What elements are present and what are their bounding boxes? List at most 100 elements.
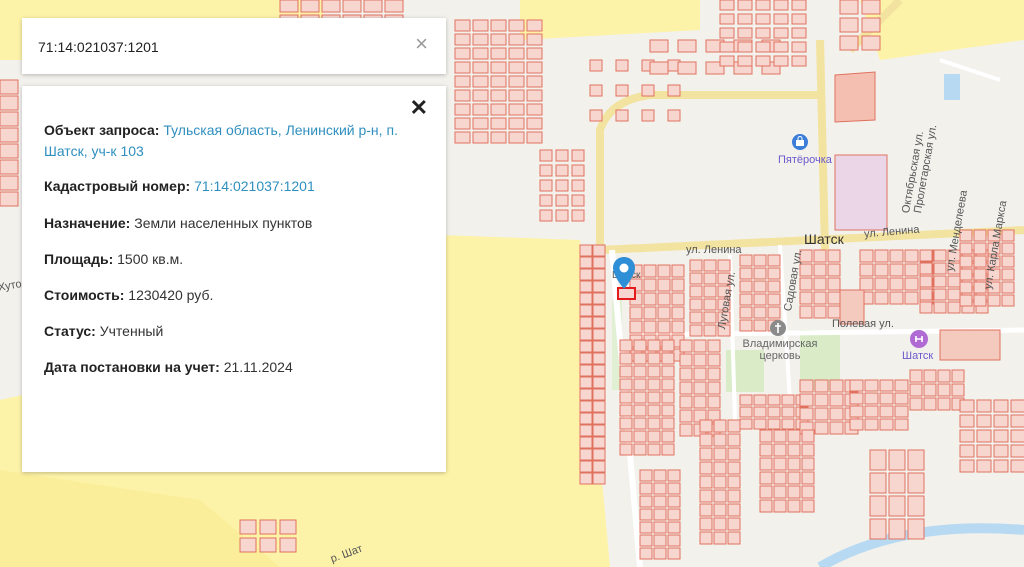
- parcel: [579, 340, 593, 353]
- parcel: [571, 149, 585, 162]
- parcel: [894, 392, 909, 405]
- parcel: [1001, 268, 1015, 281]
- parcel: [699, 475, 713, 489]
- parcel: [579, 328, 593, 341]
- parcel: [889, 263, 904, 277]
- parcel: [759, 457, 773, 471]
- parcel: [579, 292, 593, 305]
- parcel: [753, 394, 767, 406]
- parcel: [888, 518, 906, 540]
- parcel: [619, 391, 633, 404]
- parcel: [629, 320, 643, 334]
- parcel: [1001, 281, 1015, 294]
- parcel: [959, 459, 975, 473]
- parcel: [904, 277, 919, 291]
- parcel: [693, 367, 707, 381]
- parcel: [827, 291, 841, 305]
- parcel: [592, 256, 606, 269]
- parcel: [976, 414, 992, 428]
- parcel: [739, 319, 753, 332]
- parcel: [773, 0, 789, 11]
- parcel: [508, 75, 525, 88]
- parcel: [727, 517, 741, 531]
- parcel: [767, 394, 781, 406]
- parcel: [661, 430, 675, 443]
- parcel: [959, 444, 975, 458]
- parcel: [239, 537, 257, 553]
- parcel: [707, 367, 721, 381]
- parcel: [869, 449, 887, 471]
- parcel: [555, 164, 569, 177]
- parcel: [667, 521, 681, 534]
- parcel: [671, 292, 685, 306]
- parcel: [713, 517, 727, 531]
- parcel: [526, 131, 543, 144]
- parcel: [657, 306, 671, 320]
- parcel: [787, 499, 801, 513]
- shopping-bag-icon[interactable]: [792, 134, 808, 150]
- parcel: [472, 89, 489, 102]
- clear-search-button[interactable]: ×: [415, 32, 428, 56]
- parcel: [814, 407, 829, 421]
- water-area: [944, 74, 960, 100]
- parcel: [889, 277, 904, 291]
- parcel: [753, 267, 767, 280]
- parcel: [539, 194, 553, 207]
- map-pin-icon[interactable]: [612, 256, 636, 290]
- parcel: [993, 429, 1009, 443]
- parcel: [454, 131, 471, 144]
- parcel: [639, 495, 653, 508]
- parcel: [647, 443, 661, 456]
- parcel: [619, 352, 633, 365]
- parcel: [490, 103, 507, 116]
- parcel: [933, 288, 947, 301]
- parcel: [667, 482, 681, 495]
- parcel: [647, 365, 661, 378]
- parcel: [579, 316, 593, 329]
- parcel: [689, 311, 703, 324]
- station-icon[interactable]: [910, 330, 928, 348]
- status-value: Учтенный: [99, 323, 164, 339]
- parcel: [799, 305, 813, 319]
- parcel: [1010, 429, 1024, 443]
- parcel: [759, 471, 773, 485]
- parcel: [643, 306, 657, 320]
- parcel: [579, 244, 593, 257]
- parcel: [959, 414, 975, 428]
- parcel: [919, 249, 933, 262]
- church-icon[interactable]: [770, 320, 786, 336]
- parcel: [689, 298, 703, 311]
- parcel: [661, 417, 675, 430]
- parcel: [1010, 459, 1024, 473]
- settlement-label: Шатск: [804, 231, 844, 247]
- parcel: [787, 457, 801, 471]
- parcel: [888, 495, 906, 517]
- purpose-row: Назначение: Земли населенных пунктов: [44, 213, 429, 234]
- parcel: [619, 365, 633, 378]
- parcel: [647, 404, 661, 417]
- parcel: [759, 429, 773, 443]
- parcel: [713, 489, 727, 503]
- parcel: [993, 414, 1009, 428]
- parcel: [0, 127, 19, 143]
- parcel-info-card: ✕ Объект запроса: Тульская область, Лени…: [22, 86, 446, 472]
- parcel: [717, 259, 731, 272]
- close-icon[interactable]: ✕: [410, 96, 428, 120]
- parcel: [592, 412, 606, 425]
- parcel: [814, 393, 829, 407]
- parcel: [947, 288, 961, 301]
- search-input[interactable]: 71:14:021037:1201: [38, 39, 159, 55]
- cadastral-link[interactable]: 71:14:021037:1201: [194, 178, 315, 194]
- parcel: [781, 406, 795, 418]
- search-panel: 71:14:021037:1201 ×: [22, 18, 446, 74]
- parcel: [693, 353, 707, 367]
- parcel: [813, 263, 827, 277]
- parcel: [279, 537, 297, 553]
- parcel: [526, 19, 543, 32]
- parcel: [773, 471, 787, 485]
- parcel: [727, 461, 741, 475]
- parcel: [829, 393, 844, 407]
- parcel: [454, 47, 471, 60]
- parcel: [829, 421, 844, 435]
- status-row: Статус: Учтенный: [44, 321, 429, 342]
